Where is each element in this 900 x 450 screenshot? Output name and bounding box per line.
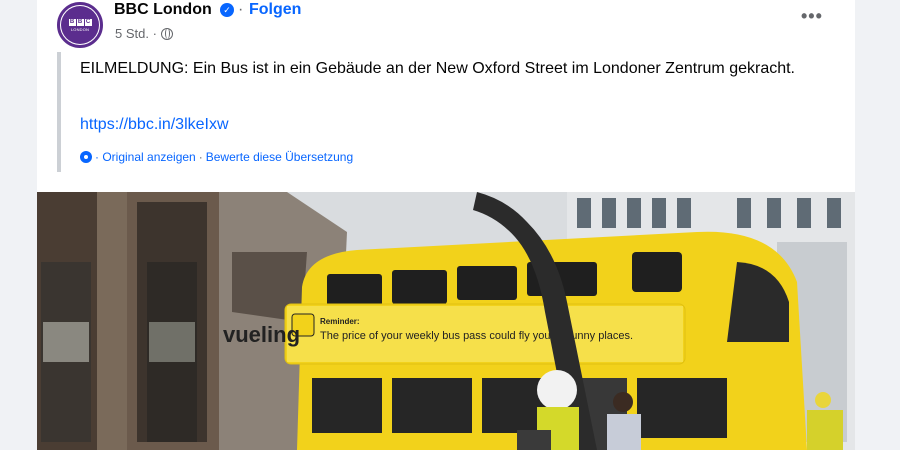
post-card: B B C LONDON BBC London ✓ · Folgen 5 Std… (37, 0, 855, 450)
ad-text: The price of your weekly bus pass could … (320, 330, 633, 342)
post-photo[interactable]: Reminder: The price of your weekly bus p… (37, 192, 855, 450)
dot-separator: · (238, 1, 244, 18)
logo-letter: B (68, 18, 76, 26)
rate-translation-link[interactable]: Bewerte diese Übersetzung (206, 150, 353, 164)
translate-gear-icon[interactable] (80, 151, 92, 163)
verified-badge-icon: ✓ (220, 3, 234, 17)
more-options-icon[interactable]: ••• (801, 6, 823, 27)
logo-letter: B (76, 18, 84, 26)
ad-title: Reminder: (320, 317, 360, 326)
post-link[interactable]: https://bbc.in/3lkeIxw (80, 116, 229, 134)
ad-brand: vueling (223, 322, 300, 347)
translate-separator: · (198, 150, 203, 164)
translation-bar: · Original anzeigen · Bewerte diese Über… (80, 150, 353, 164)
globe-icon (160, 27, 173, 40)
logo-sub: LONDON (70, 26, 90, 32)
logo-letter: C (84, 18, 92, 26)
page-name[interactable]: BBC London (114, 1, 212, 19)
see-original-link[interactable]: · Original anzeigen (95, 150, 196, 164)
post-text: EILMELDUNG: Ein Bus ist in ein Gebäude a… (80, 60, 795, 77)
avatar[interactable]: B B C LONDON (57, 2, 103, 48)
bbc-london-logo: B B C LONDON (61, 6, 99, 44)
quote-bar (57, 52, 61, 172)
follow-button[interactable]: Folgen (249, 1, 301, 19)
post-meta: 5 Std. · (115, 26, 173, 41)
post-header: B B C LONDON BBC London ✓ · Folgen 5 Std… (37, 0, 855, 50)
post-time[interactable]: 5 Std. · (115, 26, 157, 41)
